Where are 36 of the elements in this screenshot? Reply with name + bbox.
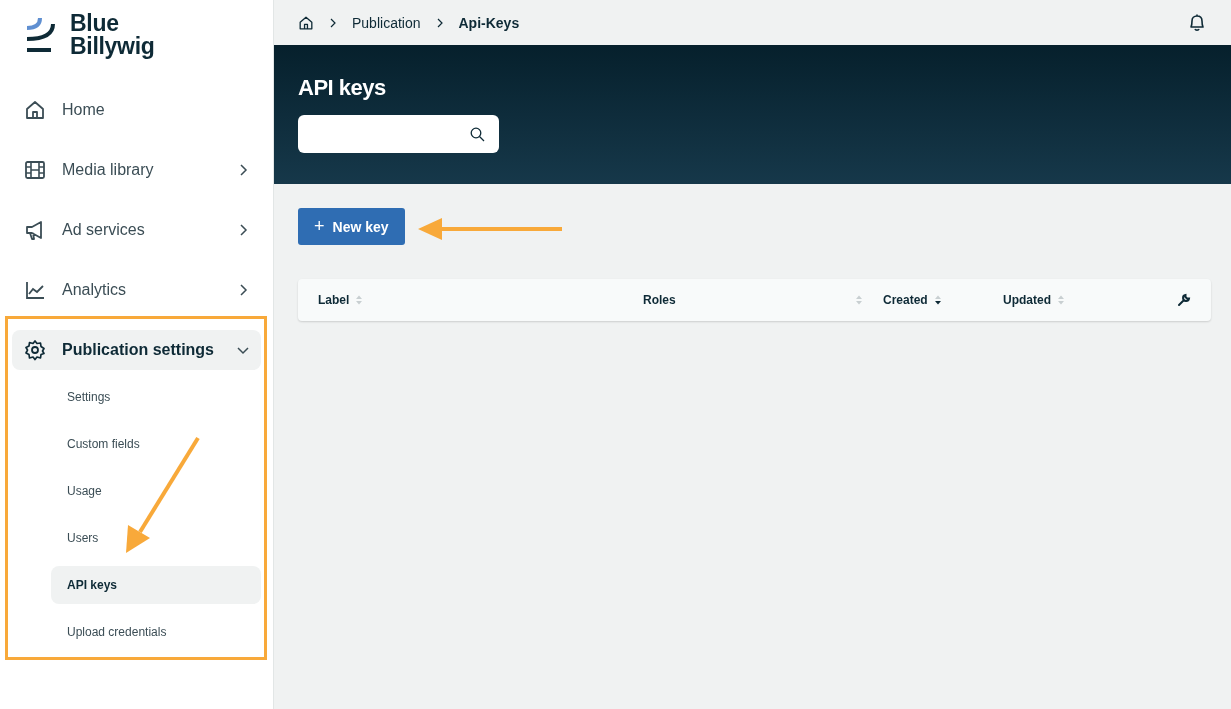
gear-icon	[24, 339, 46, 361]
nav-item[interactable]: Media library	[12, 150, 261, 190]
chevron-icon	[237, 164, 249, 176]
page-title: API keys	[298, 75, 387, 101]
new-key-button[interactable]: + New key	[298, 208, 405, 245]
brand-name: Blue	[70, 12, 120, 35]
wrench-icon[interactable]	[1177, 293, 1191, 307]
search-icon	[470, 126, 485, 142]
submenu-item[interactable]: Usage	[51, 472, 261, 510]
submenu-item[interactable]: Users	[51, 519, 261, 557]
column-header[interactable]: Updated	[1003, 293, 1051, 307]
notification-bell-icon[interactable]	[1187, 12, 1207, 33]
chevron-icon	[237, 344, 249, 356]
chevron-icon	[237, 224, 249, 236]
chevron-icon	[237, 284, 249, 296]
logo-icon	[26, 17, 56, 53]
home-icon[interactable]	[298, 14, 314, 31]
home-icon	[24, 99, 46, 121]
nav-item[interactable]: Home	[12, 90, 261, 130]
column-header[interactable]: Created	[883, 293, 928, 307]
chart-icon	[24, 279, 46, 301]
breadcrumb-link[interactable]: Publication	[352, 14, 421, 31]
nav-item[interactable]: Analytics	[12, 270, 261, 310]
nav-item[interactable]: Publication settings	[12, 330, 261, 370]
sort-icon[interactable]	[933, 294, 942, 306]
film-icon	[24, 159, 46, 181]
submenu-item[interactable]: Custom fields	[51, 425, 261, 463]
submenu-item[interactable]: Settings	[51, 378, 261, 416]
column-header[interactable]: Roles	[643, 293, 676, 307]
search-field[interactable]	[298, 115, 499, 153]
column-header[interactable]: Label	[318, 293, 350, 307]
submenu-item[interactable]: API keys	[51, 566, 261, 604]
submenu-item[interactable]: Upload credentials	[51, 613, 261, 651]
brand-name: Billywig	[70, 35, 155, 58]
nav-item[interactable]: Ad services	[12, 210, 261, 250]
chevron-icon	[328, 17, 338, 28]
